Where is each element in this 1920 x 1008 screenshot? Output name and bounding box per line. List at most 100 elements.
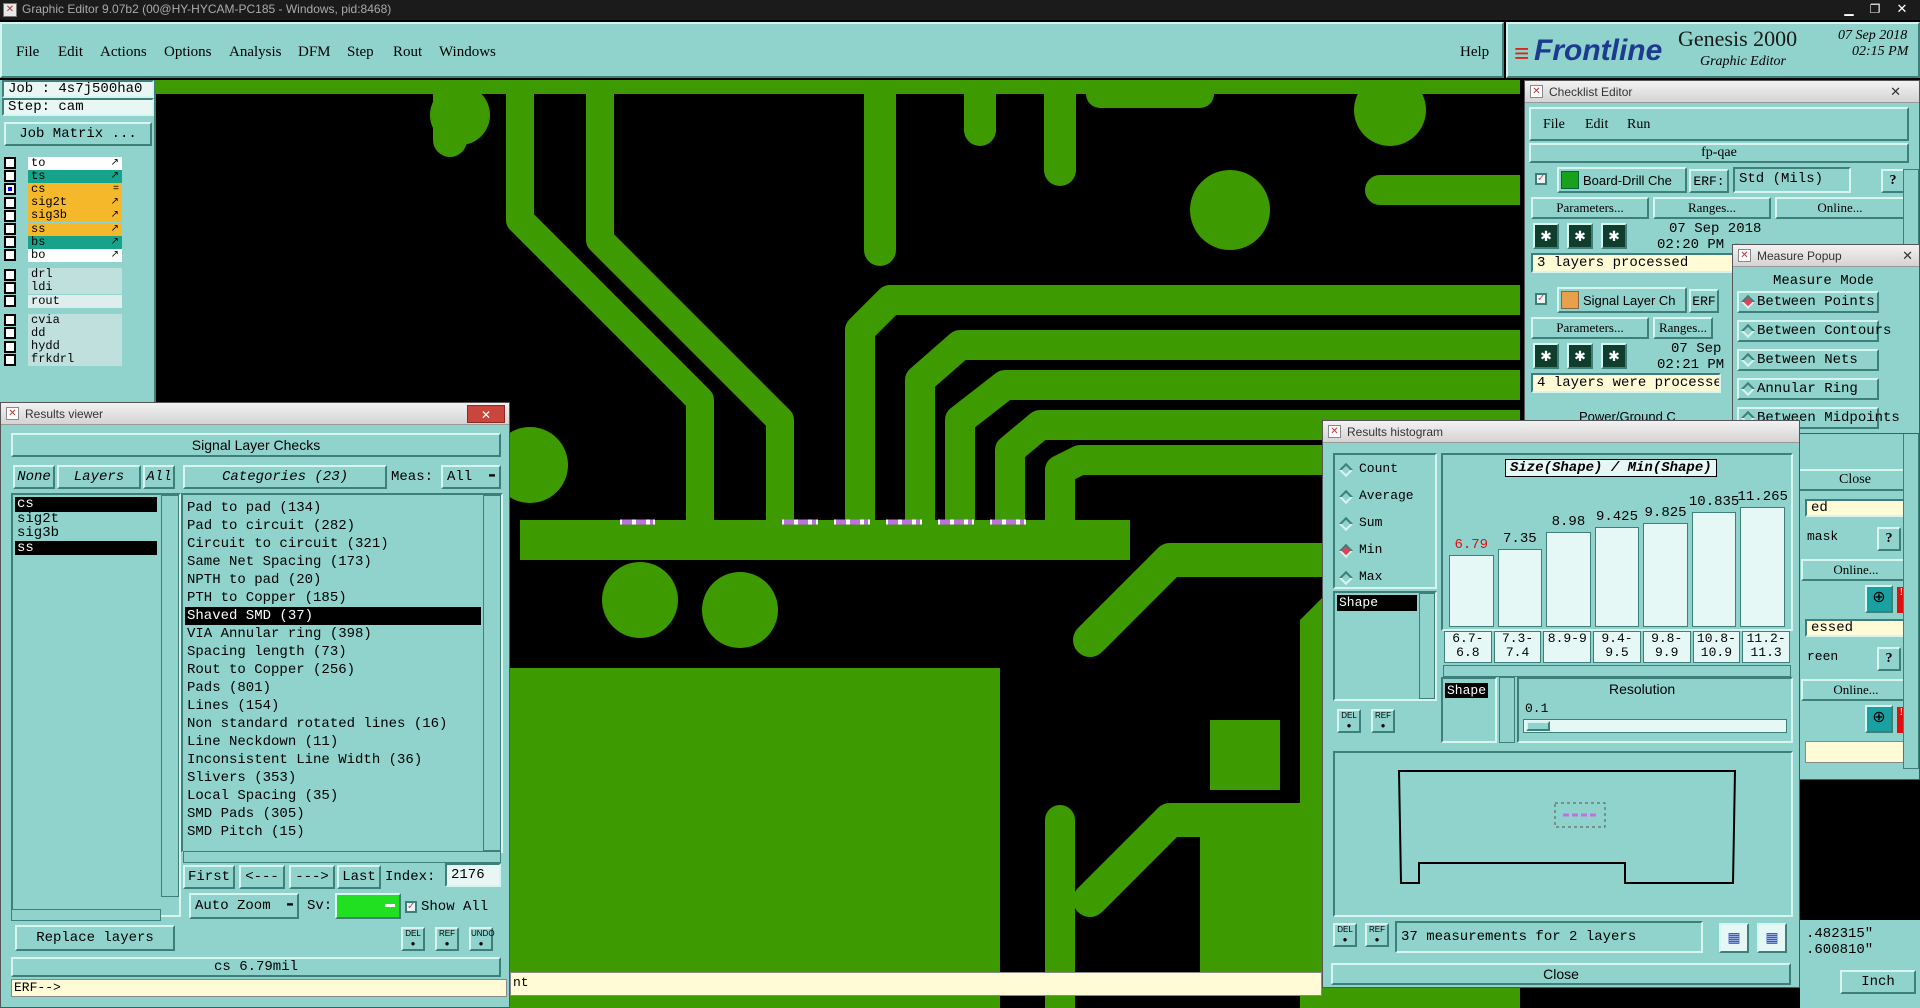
category-item[interactable]: VIA Annular ring (398) — [185, 625, 481, 643]
category-item[interactable]: Shaved SMD (37) — [185, 607, 481, 625]
layer-checkbox[interactable] — [4, 340, 16, 353]
layer-row-drl[interactable]: drl — [4, 268, 122, 282]
zoom-icon[interactable]: ⊕ — [1865, 705, 1893, 733]
run-icon[interactable]: ✱ — [1567, 223, 1593, 249]
menu-file[interactable]: File — [16, 34, 39, 70]
layer-checkbox[interactable] — [4, 236, 16, 249]
results-layer-item[interactable]: cs — [15, 497, 157, 512]
menu-rout[interactable]: Rout — [393, 34, 422, 70]
run-icon[interactable]: ✱ — [1533, 223, 1559, 249]
none-button[interactable]: None — [13, 465, 55, 489]
layer-name[interactable]: cs = — [28, 182, 122, 196]
layer-row-to[interactable]: to ↗ — [4, 156, 122, 170]
histogram-bar[interactable] — [1546, 532, 1591, 627]
category-item[interactable]: SMD Pitch (15) — [185, 823, 481, 841]
layer-checkbox[interactable] — [4, 196, 16, 209]
layer-name[interactable]: ss ↗ — [28, 222, 122, 236]
layer-name[interactable]: dd — [28, 326, 122, 340]
layer-list-hscroll[interactable] — [11, 909, 161, 921]
restore-icon[interactable]: ❐ — [1864, 2, 1886, 18]
category-item[interactable]: Circuit to circuit (321) — [185, 535, 481, 553]
categories-scrollbar[interactable] — [483, 495, 501, 851]
layer-name[interactable]: ts ↗ — [28, 169, 122, 183]
histogram-bar[interactable] — [1594, 527, 1640, 627]
layer-name[interactable]: bs ↗ — [28, 235, 122, 249]
measure-mode-item[interactable]: Annular Ring — [1737, 378, 1879, 400]
menu-dfm[interactable]: DFM — [298, 34, 331, 70]
layer-checkbox[interactable] — [4, 314, 16, 327]
categories-hscroll[interactable] — [183, 851, 501, 863]
layer-row-rout[interactable]: rout — [4, 294, 122, 308]
check-1-erf[interactable]: ERF: — [1689, 169, 1729, 193]
layer-row-sig3b[interactable]: sig3b ↗ — [4, 209, 122, 223]
auto-zoom-dropdown[interactable]: Auto Zoom ▬ — [189, 893, 299, 919]
menu-help[interactable]: Help — [1460, 34, 1489, 70]
layer-checkbox[interactable] — [4, 183, 16, 196]
all-layers-button[interactable]: All — [143, 465, 175, 489]
category-item[interactable]: Line Neckdown (11) — [185, 733, 481, 751]
layer-row-frkdrl[interactable]: frkdrl — [4, 353, 122, 367]
category-item[interactable]: Pad to circuit (282) — [185, 517, 481, 535]
layer-row-bs[interactable]: bs ↗ — [4, 235, 122, 249]
chart-hscroll[interactable] — [1443, 665, 1791, 677]
layer-checkbox[interactable] — [4, 295, 16, 307]
show-all-checkbox[interactable]: ✓ Show All — [405, 895, 501, 919]
menu-windows[interactable]: Windows — [439, 34, 496, 70]
zoom-icon[interactable]: ⊕ — [1865, 585, 1893, 613]
layers-button[interactable]: Layers — [57, 465, 141, 489]
histogram-option[interactable]: Average — [1335, 488, 1435, 508]
category-item[interactable]: Rout to Copper (256) — [185, 661, 481, 679]
del-icon[interactable]: DEL ● — [1337, 709, 1361, 733]
ref-icon[interactable]: REF ● — [435, 927, 459, 951]
del-icon[interactable]: DEL ● — [1333, 923, 1357, 947]
categories-button[interactable]: Categories (23) — [183, 465, 387, 489]
histogram-bar[interactable] — [1740, 507, 1785, 627]
categories-list[interactable]: Pad to pad (134) Pad to circuit (282) Circ… — [181, 493, 503, 853]
category-item[interactable]: Spacing length (73) — [185, 643, 481, 661]
histogram-option[interactable]: Sum — [1335, 515, 1435, 535]
layer-name[interactable]: hydd — [28, 340, 122, 354]
layer-checkbox[interactable] — [4, 281, 16, 294]
online-button-3[interactable]: Online... — [1801, 559, 1911, 581]
layer-checkbox[interactable] — [4, 157, 16, 169]
check-1-online[interactable]: Online... — [1775, 197, 1905, 219]
chart-view-icon[interactable]: ▦ — [1757, 923, 1787, 953]
histogram-bar[interactable] — [1691, 511, 1737, 627]
check-2-parameters[interactable]: Parameters... — [1531, 317, 1649, 339]
ref-icon[interactable]: REF ● — [1371, 709, 1395, 733]
run-icon[interactable]: ✱ — [1601, 343, 1627, 369]
layer-checkbox[interactable] — [4, 353, 16, 366]
online-button-4[interactable]: Online... — [1801, 679, 1911, 701]
histogram-close-button[interactable]: Close — [1331, 963, 1791, 985]
category-item[interactable]: Non standard rotated lines (16) — [185, 715, 481, 733]
menu-actions[interactable]: Actions — [100, 34, 147, 70]
chart-view-icon[interactable]: ▦ — [1719, 923, 1749, 953]
layer-list-scrollbar[interactable] — [161, 495, 179, 897]
next-button[interactable]: ---> — [289, 865, 335, 889]
menu-analysis[interactable]: Analysis — [229, 34, 282, 70]
layer-checkbox[interactable] — [4, 327, 16, 340]
menu-options[interactable]: Options — [164, 34, 212, 70]
category-item[interactable]: Slivers (353) — [185, 769, 481, 787]
category-item[interactable]: Pads (801) — [185, 679, 481, 697]
close-icon[interactable]: ✕ — [467, 405, 505, 423]
check-2-ranges[interactable]: Ranges... — [1653, 317, 1713, 339]
shape-field-list[interactable]: Shape — [1441, 677, 1497, 743]
layer-checkbox[interactable] — [4, 209, 16, 222]
results-layer-item[interactable]: ss — [15, 541, 157, 556]
undo-icon[interactable]: UNDO ● — [469, 927, 495, 951]
ref-icon[interactable]: REF ● — [1365, 923, 1389, 947]
category-item[interactable]: Inconsistent Line Width (36) — [185, 751, 481, 769]
results-layer-item[interactable]: sig3b — [15, 526, 157, 541]
layer-row-bo[interactable]: bo ↗ — [4, 248, 122, 262]
replace-layers-button[interactable]: Replace layers — [15, 925, 175, 951]
check-2-name[interactable]: Signal Layer Ch — [1557, 287, 1687, 313]
close-icon[interactable]: ✕ — [1888, 1, 1916, 18]
layer-name[interactable]: bo ↗ — [28, 248, 122, 262]
slider-thumb[interactable] — [1526, 721, 1550, 731]
check-2-erf[interactable]: ERF — [1689, 289, 1719, 313]
check-1-parameters[interactable]: Parameters... — [1531, 197, 1649, 219]
resolution-scrollbar[interactable] — [1499, 677, 1515, 743]
histogram-series-list[interactable]: Shape — [1333, 591, 1437, 701]
run-icon[interactable]: ✱ — [1601, 223, 1627, 249]
